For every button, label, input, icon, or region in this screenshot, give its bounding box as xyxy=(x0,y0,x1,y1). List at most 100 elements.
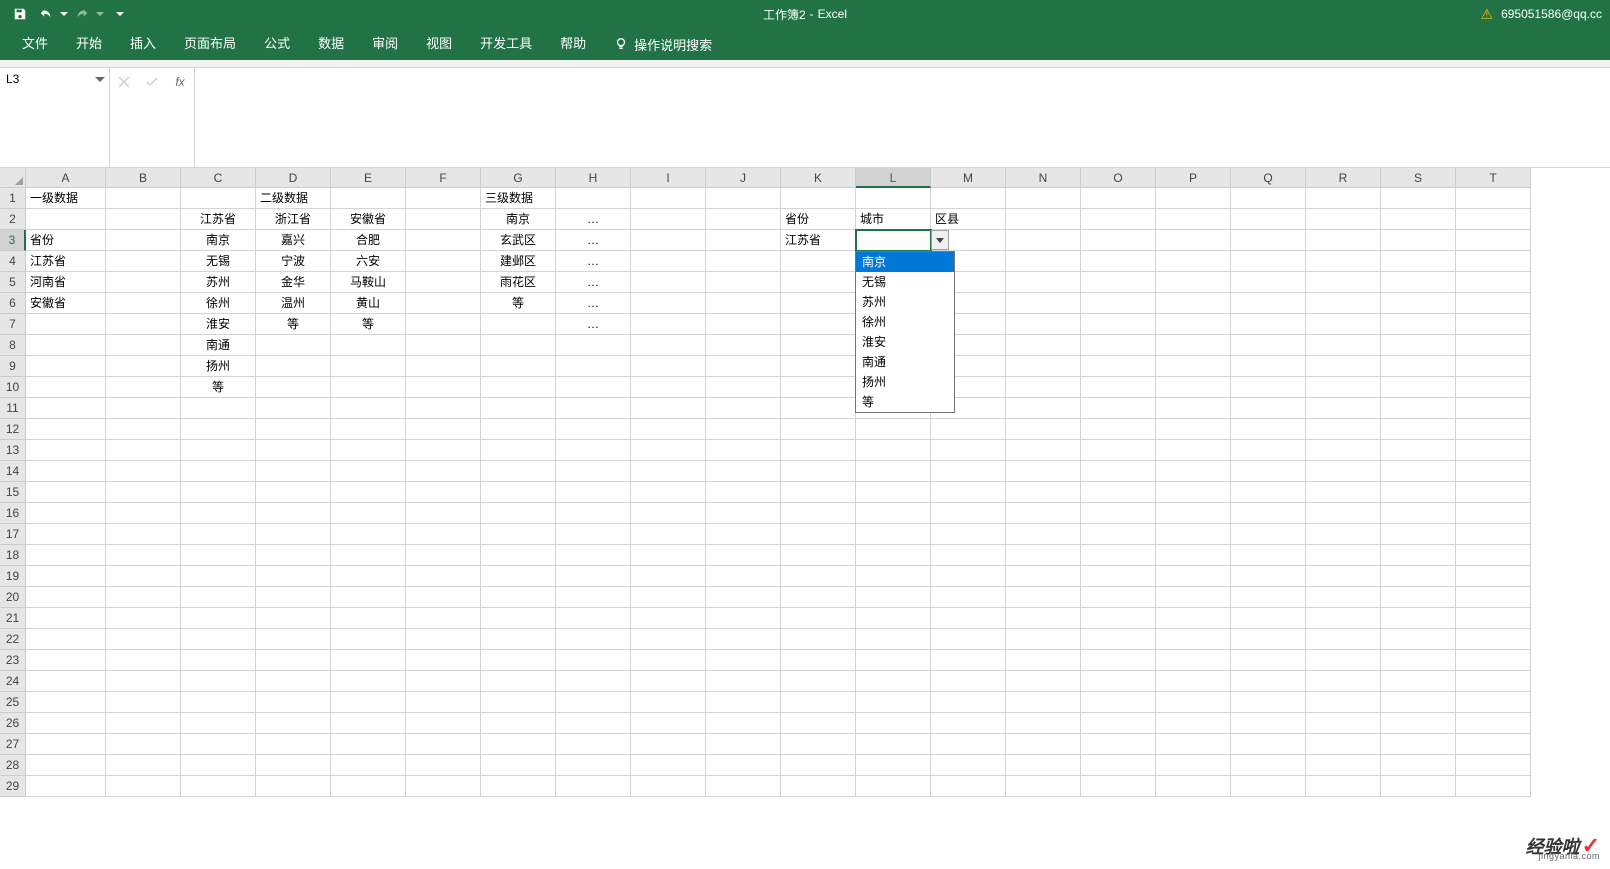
cell-G25[interactable] xyxy=(481,692,556,713)
cell-A1[interactable]: 一级数据 xyxy=(26,188,106,209)
cell-N11[interactable] xyxy=(1006,398,1081,419)
cell-N3[interactable] xyxy=(1006,230,1081,251)
cell-E20[interactable] xyxy=(331,587,406,608)
cell-H23[interactable] xyxy=(556,650,631,671)
cell-T9[interactable] xyxy=(1456,356,1531,377)
cell-Q5[interactable] xyxy=(1231,272,1306,293)
cell-T24[interactable] xyxy=(1456,671,1531,692)
cell-G22[interactable] xyxy=(481,629,556,650)
cell-D9[interactable] xyxy=(256,356,331,377)
cell-H5[interactable]: … xyxy=(556,272,631,293)
cell-C11[interactable] xyxy=(181,398,256,419)
cell-J19[interactable] xyxy=(706,566,781,587)
cell-O24[interactable] xyxy=(1081,671,1156,692)
cell-S12[interactable] xyxy=(1381,419,1456,440)
cell-P26[interactable] xyxy=(1156,713,1231,734)
cell-H17[interactable] xyxy=(556,524,631,545)
cell-I15[interactable] xyxy=(631,482,706,503)
cell-S24[interactable] xyxy=(1381,671,1456,692)
cell-N18[interactable] xyxy=(1006,545,1081,566)
cell-Q14[interactable] xyxy=(1231,461,1306,482)
cell-L26[interactable] xyxy=(856,713,931,734)
cell-R21[interactable] xyxy=(1306,608,1381,629)
cell-M29[interactable] xyxy=(931,776,1006,797)
cell-T7[interactable] xyxy=(1456,314,1531,335)
cell-S5[interactable] xyxy=(1381,272,1456,293)
cell-K28[interactable] xyxy=(781,755,856,776)
cell-G27[interactable] xyxy=(481,734,556,755)
cell-F5[interactable] xyxy=(406,272,481,293)
cell-E17[interactable] xyxy=(331,524,406,545)
cell-R16[interactable] xyxy=(1306,503,1381,524)
tab-formulas[interactable]: 公式 xyxy=(250,28,304,60)
cell-Q19[interactable] xyxy=(1231,566,1306,587)
cell-R10[interactable] xyxy=(1306,377,1381,398)
row-header-16[interactable]: 16 xyxy=(0,503,26,524)
cell-G10[interactable] xyxy=(481,377,556,398)
cell-S22[interactable] xyxy=(1381,629,1456,650)
cell-K24[interactable] xyxy=(781,671,856,692)
cell-T4[interactable] xyxy=(1456,251,1531,272)
cell-E1[interactable] xyxy=(331,188,406,209)
cell-J9[interactable] xyxy=(706,356,781,377)
cell-N13[interactable] xyxy=(1006,440,1081,461)
row-header-22[interactable]: 22 xyxy=(0,629,26,650)
cell-O14[interactable] xyxy=(1081,461,1156,482)
cell-C21[interactable] xyxy=(181,608,256,629)
cell-R27[interactable] xyxy=(1306,734,1381,755)
cell-Q20[interactable] xyxy=(1231,587,1306,608)
cell-F16[interactable] xyxy=(406,503,481,524)
cell-F3[interactable] xyxy=(406,230,481,251)
cell-O4[interactable] xyxy=(1081,251,1156,272)
cell-J25[interactable] xyxy=(706,692,781,713)
cell-P13[interactable] xyxy=(1156,440,1231,461)
cell-P17[interactable] xyxy=(1156,524,1231,545)
tab-developer[interactable]: 开发工具 xyxy=(466,28,546,60)
cell-F2[interactable] xyxy=(406,209,481,230)
cell-D4[interactable]: 宁波 xyxy=(256,251,331,272)
cell-I22[interactable] xyxy=(631,629,706,650)
tab-review[interactable]: 审阅 xyxy=(358,28,412,60)
cell-I26[interactable] xyxy=(631,713,706,734)
cell-N29[interactable] xyxy=(1006,776,1081,797)
cell-F9[interactable] xyxy=(406,356,481,377)
dropdown-item[interactable]: 扬州 xyxy=(856,372,954,392)
cell-P1[interactable] xyxy=(1156,188,1231,209)
cell-O3[interactable] xyxy=(1081,230,1156,251)
name-box-dropdown-icon[interactable] xyxy=(95,74,105,84)
cell-K8[interactable] xyxy=(781,335,856,356)
cell-P5[interactable] xyxy=(1156,272,1231,293)
column-header-H[interactable]: H xyxy=(556,168,631,188)
cell-G20[interactable] xyxy=(481,587,556,608)
cell-I1[interactable] xyxy=(631,188,706,209)
data-validation-dropdown-button[interactable] xyxy=(931,230,949,250)
cell-P2[interactable] xyxy=(1156,209,1231,230)
cell-H26[interactable] xyxy=(556,713,631,734)
cell-T16[interactable] xyxy=(1456,503,1531,524)
cell-G21[interactable] xyxy=(481,608,556,629)
cell-C5[interactable]: 苏州 xyxy=(181,272,256,293)
cell-Q15[interactable] xyxy=(1231,482,1306,503)
tab-home[interactable]: 开始 xyxy=(62,28,116,60)
cell-M27[interactable] xyxy=(931,734,1006,755)
cell-I10[interactable] xyxy=(631,377,706,398)
cell-F18[interactable] xyxy=(406,545,481,566)
cell-B14[interactable] xyxy=(106,461,181,482)
cell-K13[interactable] xyxy=(781,440,856,461)
cell-Q9[interactable] xyxy=(1231,356,1306,377)
cell-K27[interactable] xyxy=(781,734,856,755)
cell-O20[interactable] xyxy=(1081,587,1156,608)
cell-L28[interactable] xyxy=(856,755,931,776)
cell-R5[interactable] xyxy=(1306,272,1381,293)
save-button[interactable] xyxy=(8,2,32,26)
cell-J22[interactable] xyxy=(706,629,781,650)
cell-A4[interactable]: 江苏省 xyxy=(26,251,106,272)
cell-P6[interactable] xyxy=(1156,293,1231,314)
cell-C10[interactable]: 等 xyxy=(181,377,256,398)
row-header-3[interactable]: 3 xyxy=(0,230,26,251)
cell-C19[interactable] xyxy=(181,566,256,587)
cell-D25[interactable] xyxy=(256,692,331,713)
cell-I3[interactable] xyxy=(631,230,706,251)
cell-E23[interactable] xyxy=(331,650,406,671)
dropdown-item[interactable]: 南京 xyxy=(856,252,954,272)
